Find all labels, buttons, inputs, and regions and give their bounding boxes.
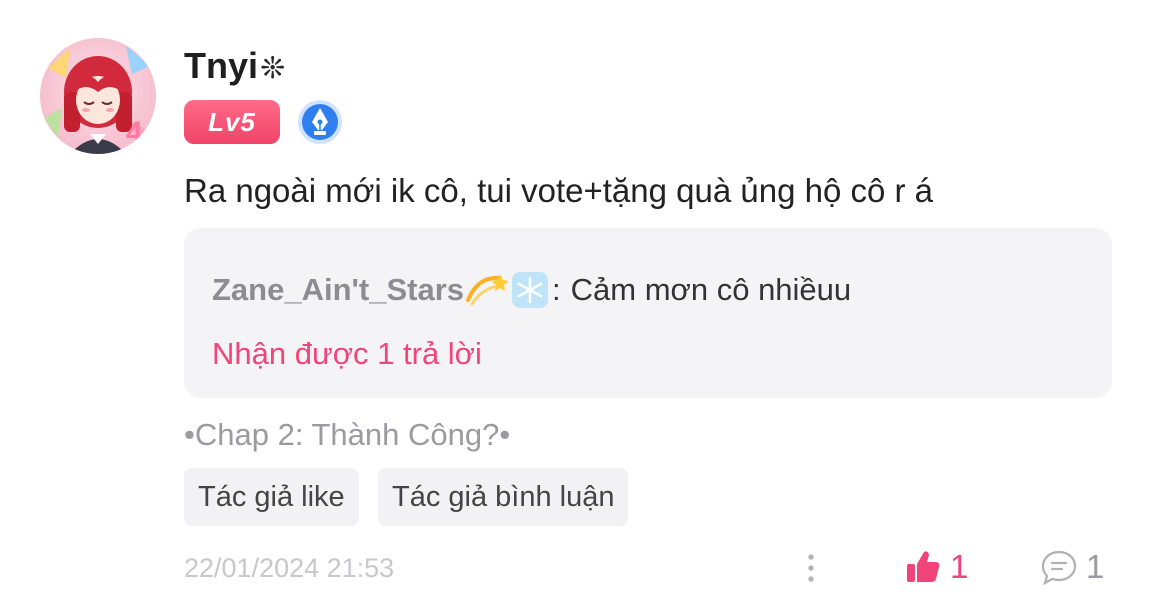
username-text[interactable]: Tnyi	[184, 45, 258, 86]
dizzy-icon	[464, 270, 510, 310]
thumbs-up-icon	[907, 551, 940, 582]
comment-bubble-icon	[1041, 550, 1077, 586]
username[interactable]: Tnyi❊	[184, 44, 285, 91]
reply-separator: :	[552, 272, 561, 307]
tag-author-liked: Tác giả like	[184, 468, 359, 526]
timestamp: 22/01/2024 21:53	[184, 553, 395, 583]
reply-line: Zane_Ain't_Stars : Cảm mơn cô nhiềuu	[212, 270, 851, 310]
reply-preview[interactable]: Zane_Ain't_Stars : Cảm mơn cô nhiềuu Nhậ…	[184, 228, 1112, 398]
snowflake-icon	[508, 270, 552, 310]
view-replies-link[interactable]: Nhận được 1 trả lời	[212, 334, 482, 374]
chapter-label[interactable]: •Chap 2: Thành Công?•	[184, 414, 510, 456]
like-button[interactable]: 1	[904, 546, 968, 588]
like-count: 1	[950, 548, 969, 585]
username-decoration: ❊	[260, 52, 286, 85]
reply-button[interactable]: 1	[1040, 546, 1104, 588]
comment-card: 4 Tnyi❊ Lv5 Ra ngoài mới ik cô, tui vote…	[0, 0, 1170, 600]
reply-author[interactable]: Zane_Ain't_Stars	[212, 270, 464, 310]
comment-text: Ra ngoài mới ik cô, tui vote+tặng quà ủn…	[184, 172, 934, 209]
svg-text:4: 4	[126, 116, 143, 149]
reply-text: Cảm mơn cô nhiềuu	[570, 272, 852, 307]
more-options-icon[interactable]	[796, 548, 826, 588]
level-badge: Lv5	[184, 100, 280, 144]
avatar[interactable]: 4	[40, 38, 156, 154]
reply-count: 1	[1086, 548, 1105, 585]
pen-nib-icon	[296, 98, 344, 146]
avatar-image: 4	[44, 46, 154, 154]
tag-author-replied: Tác giả bình luận	[378, 468, 629, 526]
